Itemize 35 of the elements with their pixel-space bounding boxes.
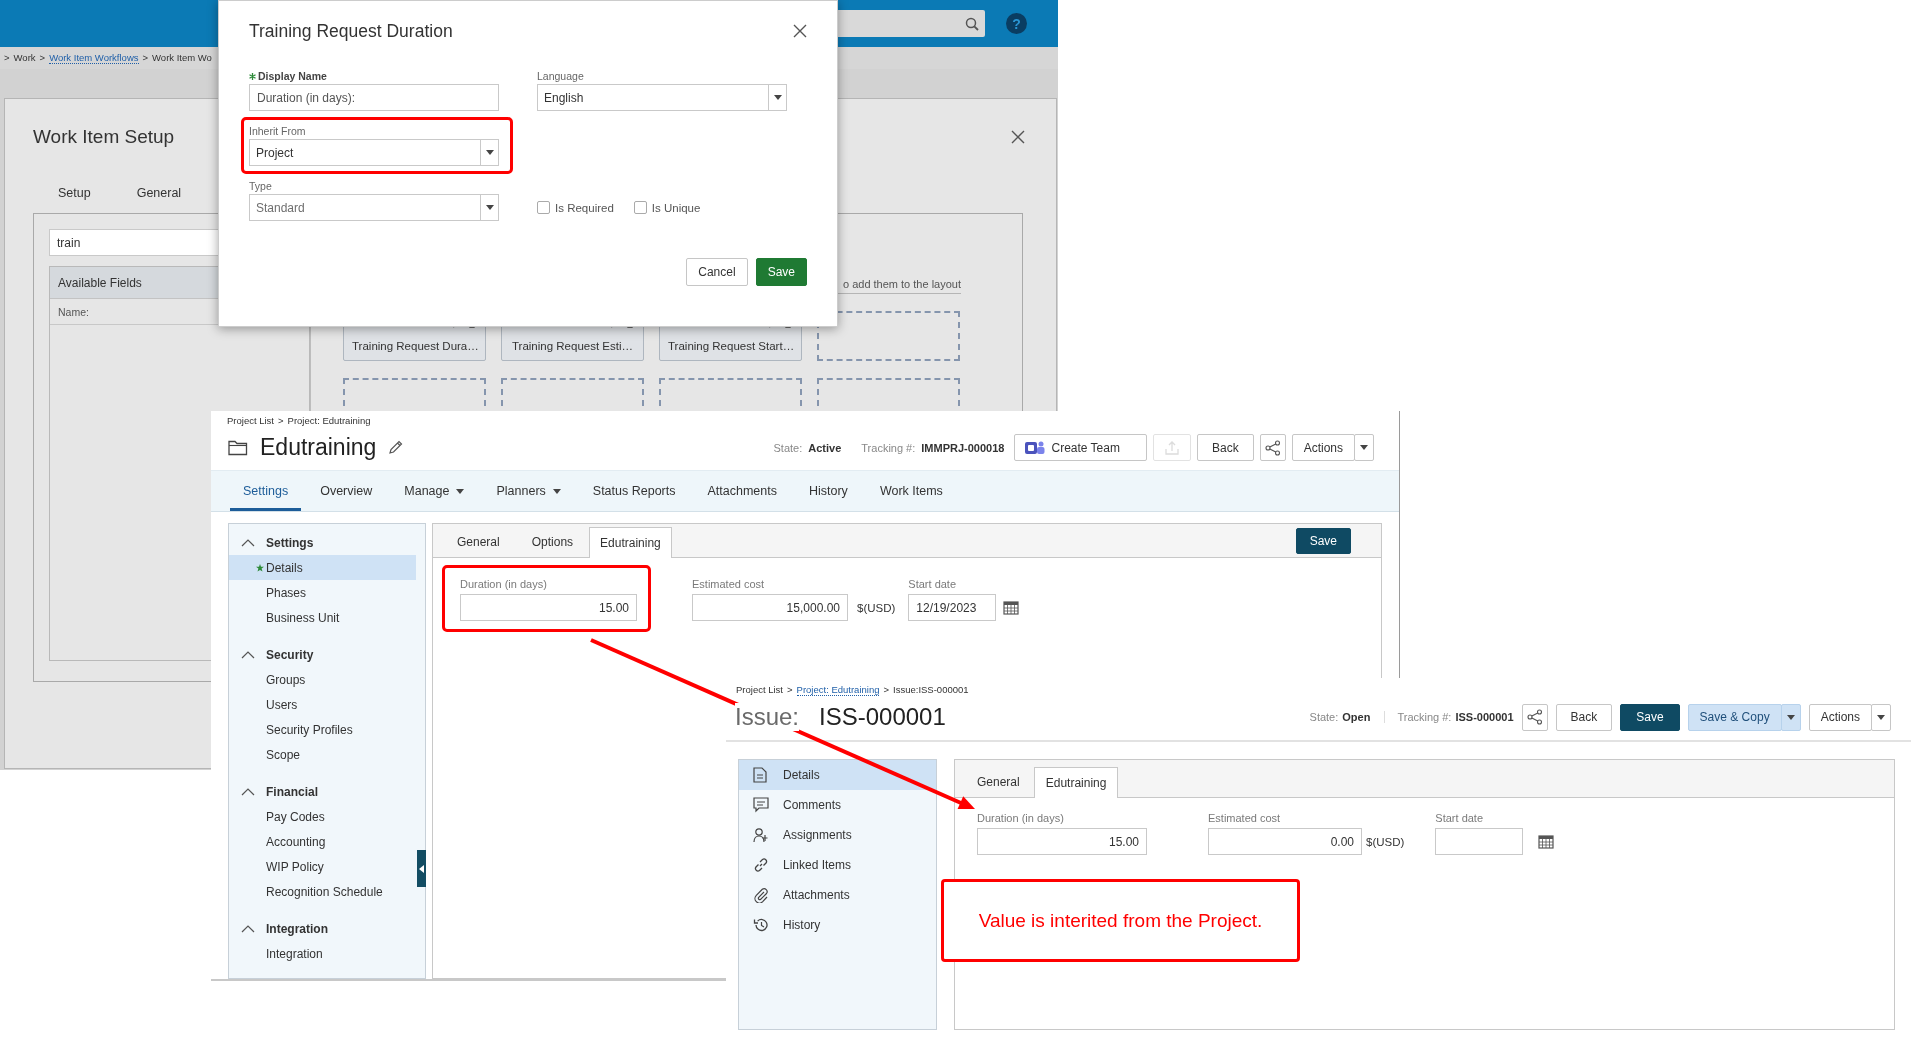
state-label: State: bbox=[773, 441, 803, 454]
tracking-label: Tracking #: bbox=[1397, 711, 1452, 723]
state-value: Active bbox=[808, 441, 842, 454]
field-label: Duration (in days) bbox=[460, 577, 548, 591]
dialog-title: Training Request Duration bbox=[249, 20, 453, 42]
breadcrumb-separator: > bbox=[39, 52, 46, 64]
tracking-label: Tracking #: bbox=[861, 441, 916, 454]
field-label: Type bbox=[249, 179, 272, 193]
breadcrumb-separator: > bbox=[142, 52, 149, 64]
field-label: Language bbox=[537, 69, 584, 83]
field-label: Display Name bbox=[258, 69, 327, 83]
currency-label: $(USD) bbox=[1366, 835, 1405, 848]
field-label: Duration (in days) bbox=[977, 811, 1065, 825]
field-label: Start date bbox=[1435, 811, 1485, 825]
breadcrumb-separator: > bbox=[278, 415, 284, 426]
field-label: Estimated cost bbox=[692, 577, 766, 591]
field-card-label: Training Request Start… bbox=[668, 340, 793, 352]
tracking-number: ISS-000001 bbox=[1455, 711, 1514, 723]
state-value: Open bbox=[1342, 711, 1371, 723]
breadcrumb-separator: > bbox=[883, 684, 890, 696]
breadcrumb-separator: > bbox=[787, 684, 793, 696]
field-card-label: Training Request Dura… bbox=[352, 340, 477, 352]
field-card-label: Training Request Esti… bbox=[511, 340, 634, 352]
field-label: Start date bbox=[908, 577, 958, 591]
tracking-number: IMMPRJ-000018 bbox=[921, 441, 1005, 454]
field-label: Estimated cost bbox=[1208, 811, 1282, 825]
title-prefix: Issue: bbox=[735, 703, 800, 731]
page-title: ISS-000001 bbox=[819, 703, 946, 731]
dialog-title: Work Item Setup bbox=[33, 126, 175, 148]
breadcrumb-separator: > bbox=[4, 52, 10, 64]
field-label: Inherit From bbox=[249, 124, 306, 138]
callout-box: Value is interited from the Project. bbox=[941, 879, 1300, 962]
page-title: Edutraining bbox=[260, 434, 377, 461]
currency-label: $(USD) bbox=[857, 601, 896, 614]
state-label: State: bbox=[1309, 711, 1339, 723]
